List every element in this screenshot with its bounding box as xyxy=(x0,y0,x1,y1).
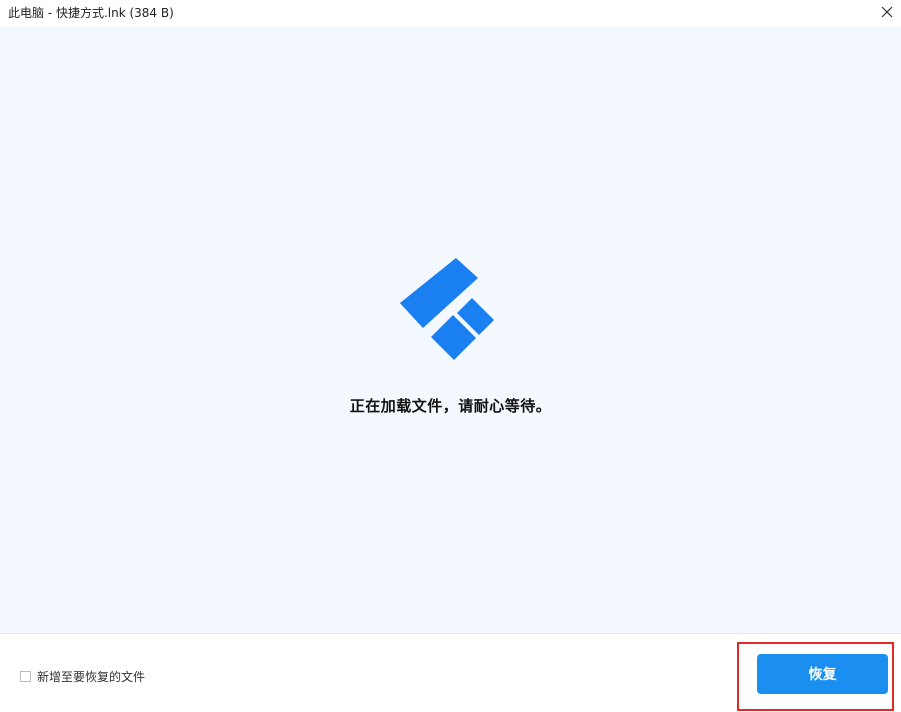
recover-button[interactable]: 恢复 xyxy=(757,654,888,694)
preview-area: 正在加载文件，请耐心等待。 xyxy=(0,26,901,634)
close-icon xyxy=(881,6,893,18)
window-title: 此电脑 - 快捷方式.lnk (384 B) xyxy=(8,6,174,20)
add-to-recovery-label: 新增至要恢复的文件 xyxy=(37,670,146,684)
close-button[interactable] xyxy=(873,0,901,26)
title-bar: 此电脑 - 快捷方式.lnk (384 B) xyxy=(0,0,901,26)
preview-window: 此电脑 - 快捷方式.lnk (384 B) 正在加载文件，请耐心等待。 新增至… xyxy=(0,0,901,712)
add-to-recovery-checkbox[interactable] xyxy=(20,671,31,682)
loading-message: 正在加载文件，请耐心等待。 xyxy=(349,397,552,415)
add-to-recovery-option[interactable]: 新增至要恢复的文件 xyxy=(20,668,145,685)
loading-logo-icon xyxy=(400,258,494,360)
footer-bar: 新增至要恢复的文件 恢复 xyxy=(0,634,901,712)
